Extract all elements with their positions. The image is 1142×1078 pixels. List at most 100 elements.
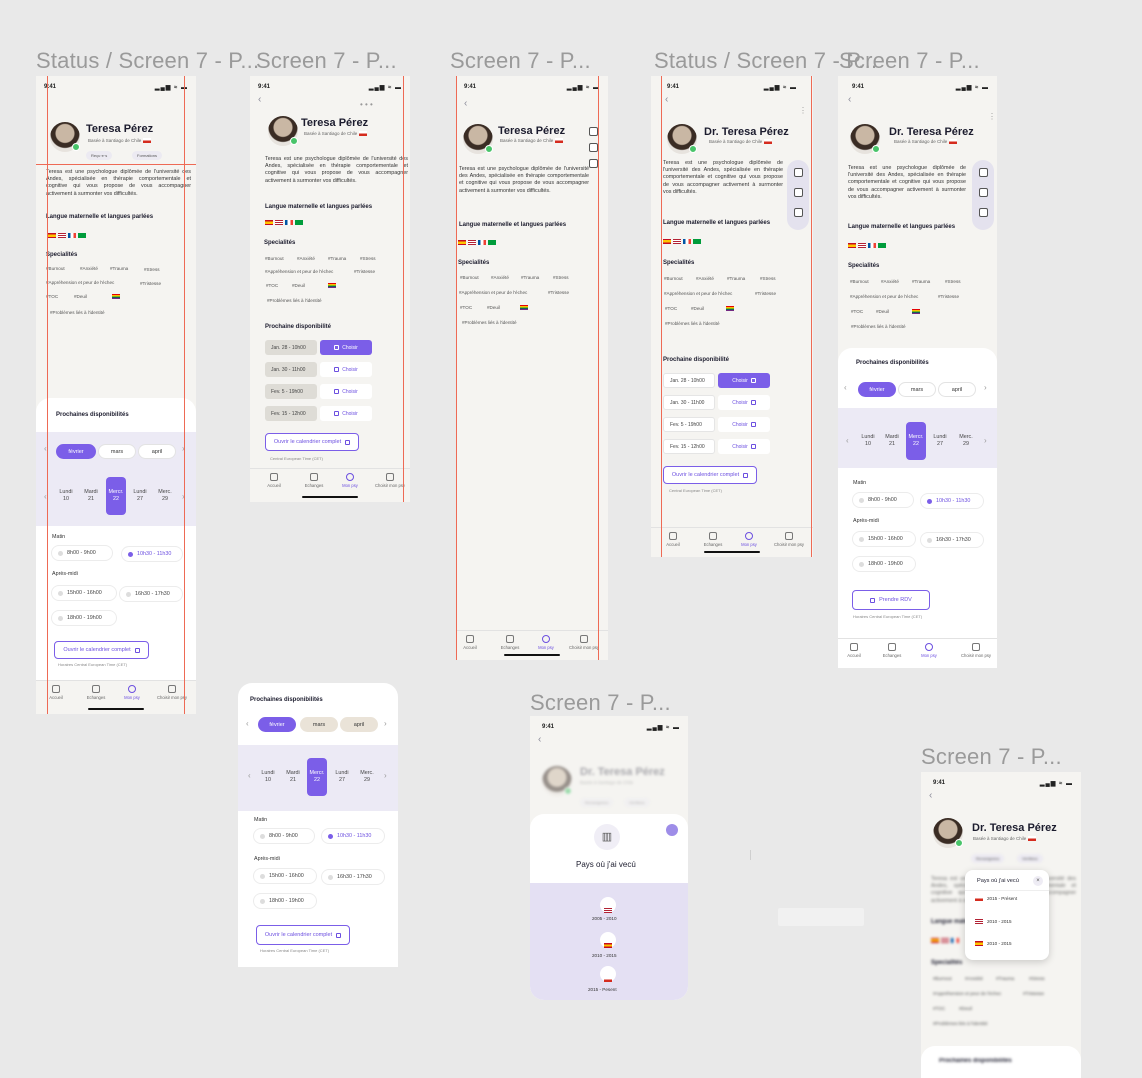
tab-choose[interactable]: Choisir mon psy [370, 473, 410, 488]
day-item-selected[interactable]: Mercr. 22 [106, 477, 126, 515]
time-slot[interactable]: 16h30 - 17h30 [921, 533, 983, 547]
book-icon[interactable] [588, 143, 598, 152]
time-slot[interactable]: 18h00 - 19h00 [52, 611, 116, 625]
tag[interactable]: #Burnout [850, 279, 869, 284]
chevron-left-icon[interactable]: ‹ [246, 719, 249, 728]
frame-label[interactable]: Screen 7 - P... [256, 48, 397, 74]
choose-slot-button[interactable]: Choisir [718, 439, 770, 454]
suitcase-icon[interactable] [978, 168, 988, 177]
chevron-right-icon[interactable]: › [984, 383, 987, 392]
chevron-left-icon[interactable]: ‹ [248, 771, 251, 780]
chevron-left-icon[interactable]: ‹ [844, 383, 847, 392]
frame-label[interactable]: Screen 7 - P... [921, 744, 1062, 770]
tag[interactable]: #Stress [144, 267, 160, 272]
day-item[interactable]: Lundi 27 [130, 489, 150, 502]
tag[interactable]: #Problèmes liés à l'identité [665, 321, 720, 326]
day-item-selected[interactable]: Mercr. 22 [906, 422, 926, 460]
frame-label[interactable]: Screen 7 - P... [450, 48, 591, 74]
month-feb[interactable]: février [258, 717, 296, 732]
month-apr[interactable]: april [138, 444, 176, 459]
tag[interactable]: #Tristesse [140, 281, 161, 286]
tab-home[interactable]: Accueil [36, 685, 76, 700]
time-slot[interactable]: 16h30 - 17h30 [322, 870, 384, 884]
tag[interactable]: #Deuil [292, 283, 305, 288]
tag[interactable]: #Tristesse [548, 290, 569, 295]
time-slot[interactable]: 18h00 - 19h00 [853, 557, 915, 571]
suitcase-icon[interactable] [793, 168, 803, 177]
choose-slot-button[interactable]: Choisir [320, 340, 372, 355]
tag[interactable]: #Anxiété [881, 279, 899, 284]
tag[interactable]: #Stress [1029, 976, 1045, 981]
time-slot[interactable]: 16h30 - 17h30 [120, 587, 182, 601]
tab-mypsy[interactable]: Mon psy [330, 473, 370, 488]
tag[interactable]: #Tristesse [755, 291, 776, 296]
tag[interactable]: #Trauma [110, 266, 128, 271]
day-item[interactable]: Mardi 21 [81, 489, 101, 502]
more-icon[interactable]: ⋮ [988, 112, 996, 121]
frame-label[interactable]: Screen 7 - P... [839, 48, 980, 74]
tag[interactable]: #Anxiété [965, 976, 983, 981]
tag[interactable]: #Trauma [912, 279, 930, 284]
open-calendar-button[interactable]: Ouvrir le calendrier complet [256, 925, 350, 945]
choose-slot-button[interactable]: Choisir [718, 417, 770, 432]
open-calendar-button[interactable]: Ouvrir le calendrier complet [265, 433, 359, 451]
choose-slot-button[interactable]: Choisir [718, 395, 770, 410]
time-slot[interactable]: 15h00 - 16h00 [254, 869, 316, 883]
month-feb[interactable]: février [56, 444, 96, 459]
tag[interactable]: #Deuil [691, 306, 704, 311]
suitcase-icon[interactable] [588, 127, 598, 136]
tag[interactable]: #Burnout [460, 275, 479, 280]
choose-slot-button[interactable]: Choisir [320, 406, 372, 421]
time-slot-selected[interactable]: 10h30 - 11h30 [322, 829, 384, 843]
tag[interactable]: #Burnout [46, 266, 65, 271]
chevron-right-icon[interactable]: › [384, 771, 387, 780]
tag[interactable]: #Burnout [265, 256, 284, 261]
tag[interactable]: #Anxiété [696, 276, 714, 281]
tab-mypsy[interactable]: Mon psy [112, 685, 152, 700]
day-item[interactable]: Lundi 10 [56, 489, 76, 502]
tag[interactable]: #Problèmes liés à l'identité [933, 1021, 988, 1026]
back-icon[interactable]: ‹ [258, 94, 261, 105]
tab-home[interactable]: Accueil [254, 473, 294, 488]
tag[interactable]: #Problèmes liés à l'identité [50, 310, 105, 315]
time-slot[interactable]: 15h00 - 16h00 [853, 532, 915, 546]
frame-label[interactable]: Screen 7 - P... [530, 690, 671, 716]
tag[interactable]: #Deuil [74, 294, 87, 299]
tab-mypsy[interactable]: Mon psy [909, 643, 949, 658]
tag[interactable]: #TOC [851, 309, 863, 314]
day-item[interactable]: Lundi 10 [258, 770, 278, 783]
day-item[interactable]: Merc. 29 [155, 489, 175, 502]
tag[interactable]: #Appréhension et peur de l'échec [850, 294, 918, 299]
tag[interactable]: #Problèmes liés à l'identité [462, 320, 517, 325]
time-slot[interactable]: 8h00 - 9h00 [52, 546, 112, 560]
tag[interactable]: #TOC [665, 306, 677, 311]
tag[interactable]: #Problèmes liés à l'identité [267, 298, 322, 303]
more-icon[interactable]: • • • [360, 100, 373, 109]
tab-home[interactable]: Accueil [456, 635, 490, 650]
building-icon[interactable] [588, 159, 598, 168]
tab-choose[interactable]: Choisir mon psy [769, 532, 809, 547]
tab-exchanges[interactable]: Echanges [76, 685, 116, 700]
tag[interactable]: #Burnout [664, 276, 683, 281]
day-item[interactable]: Mardi 21 [882, 434, 902, 447]
back-icon[interactable]: ‹ [848, 94, 851, 105]
choose-slot-button[interactable]: Choisir [718, 373, 770, 388]
tag[interactable]: #Burnout [933, 976, 952, 981]
tag[interactable]: #Problèmes liés à l'identité [851, 324, 906, 329]
tag[interactable]: #Stress [945, 279, 961, 284]
month-feb[interactable]: février [858, 382, 896, 397]
tag[interactable]: #Trauma [328, 256, 346, 261]
close-button[interactable]: × [1033, 876, 1043, 886]
day-item[interactable]: Lundi 27 [332, 770, 352, 783]
day-item[interactable]: Merc. 29 [956, 434, 976, 447]
back-icon[interactable]: ‹ [538, 734, 541, 745]
month-mar[interactable]: mars [300, 717, 338, 732]
open-calendar-button[interactable]: Ouvrir le calendrier complet [663, 466, 757, 484]
month-mar[interactable]: mars [898, 382, 936, 397]
tag[interactable]: #Anxiété [491, 275, 509, 280]
tag[interactable]: #Trauma [727, 276, 745, 281]
tag[interactable]: #Deuil [959, 1006, 972, 1011]
tab-home[interactable]: Accueil [653, 532, 693, 547]
tab-choose[interactable]: Choisir mon psy [152, 685, 192, 700]
open-calendar-button[interactable]: Ouvrir le calendrier complet [54, 641, 149, 659]
